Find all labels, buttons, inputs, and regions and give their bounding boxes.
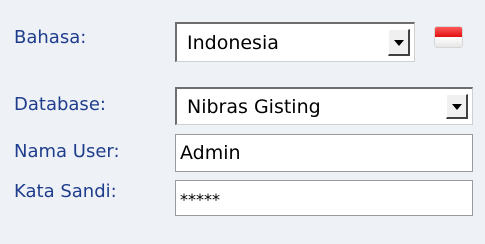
database-label: Database: — [14, 94, 106, 115]
indonesia-flag-icon — [435, 27, 462, 47]
username-label: Nama User: — [14, 141, 120, 162]
username-input[interactable] — [175, 134, 473, 172]
language-select-value: Indonesia — [187, 31, 279, 54]
chevron-down-icon — [451, 104, 462, 110]
language-select[interactable]: Indonesia — [175, 22, 415, 62]
language-label: Bahasa: — [14, 27, 87, 48]
password-input[interactable] — [175, 180, 473, 216]
database-select[interactable]: Nibras Gisting — [175, 87, 473, 125]
chevron-down-icon — [393, 40, 404, 46]
password-label: Kata Sandi: — [14, 181, 117, 202]
database-dropdown-button[interactable] — [446, 94, 468, 119]
database-select-value: Nibras Gisting — [187, 95, 321, 118]
login-form: Bahasa: Indonesia Database: Nibras Gisti… — [0, 0, 485, 244]
language-dropdown-button[interactable] — [388, 29, 410, 56]
